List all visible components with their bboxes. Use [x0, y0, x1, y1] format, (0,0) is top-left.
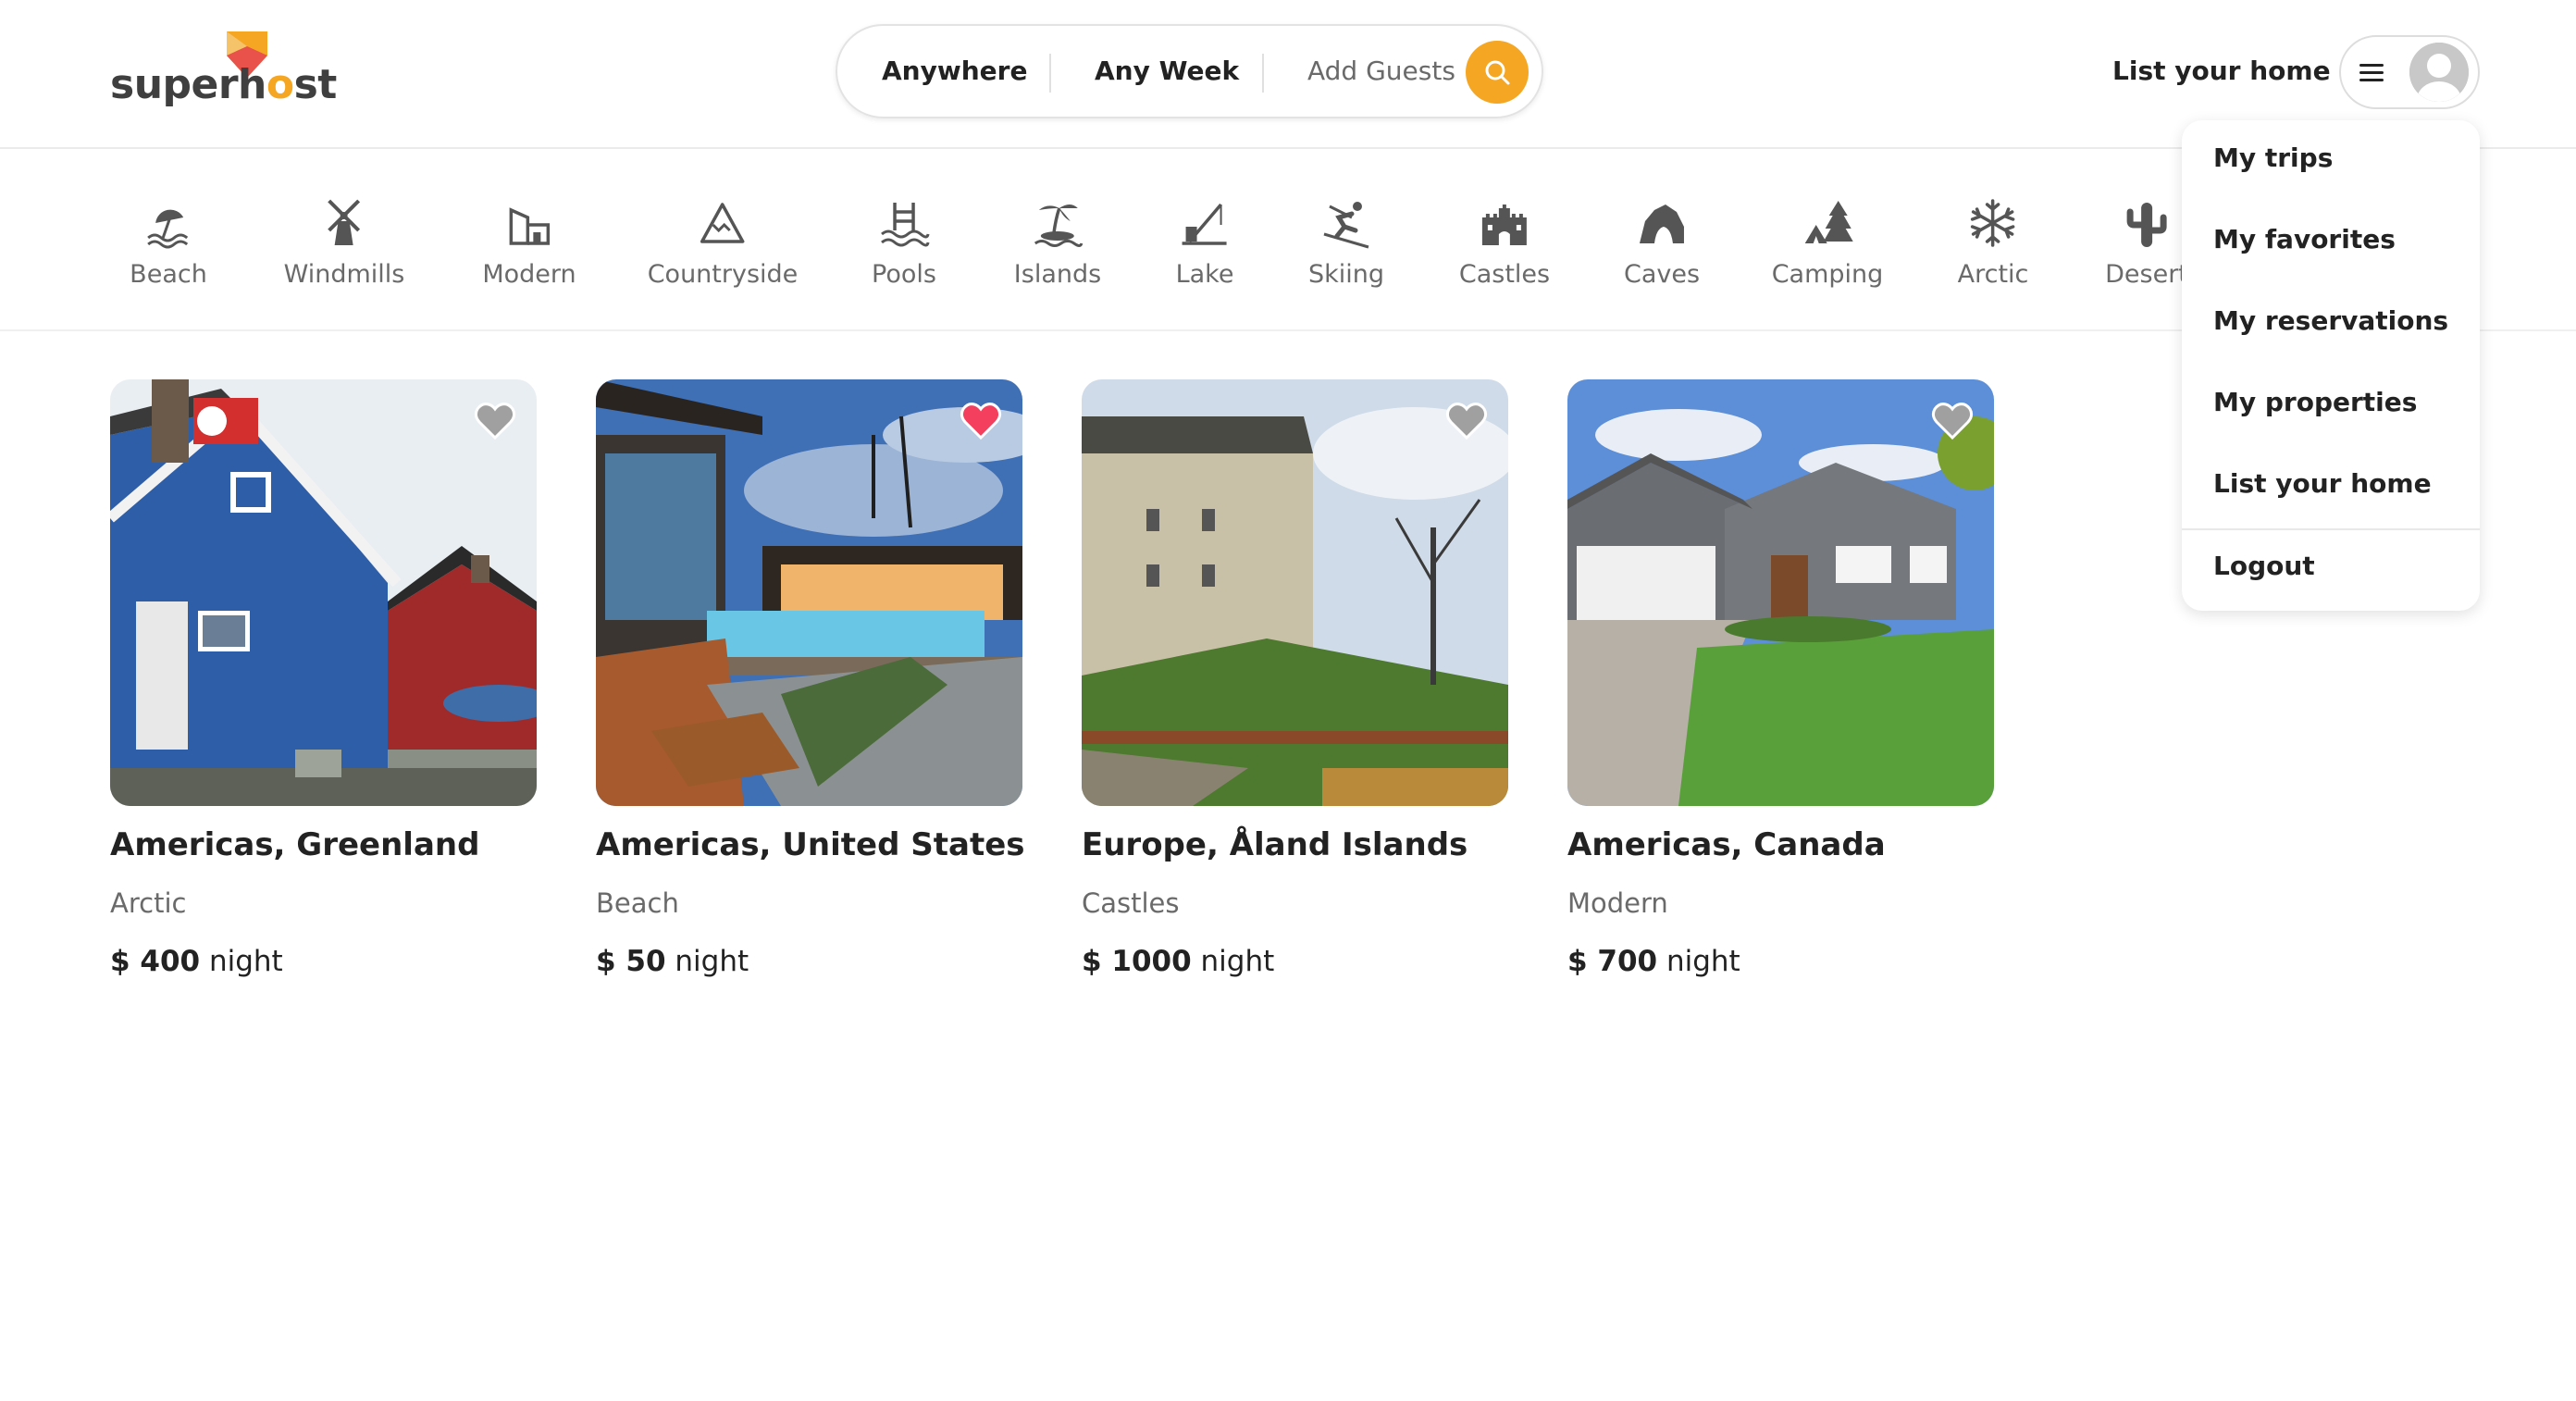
search-location-button[interactable]: Anywhere	[882, 56, 1027, 86]
category-label: Beach	[130, 260, 207, 289]
category-islands[interactable]: Islands	[1014, 197, 1101, 308]
search-bar[interactable]: Anywhere Any Week Add Guests	[836, 24, 1543, 118]
windmill-icon	[328, 199, 361, 245]
user-dropdown-menu: My trips My favorites My reservations My…	[2182, 120, 2480, 611]
listing-category: Modern	[1567, 887, 1668, 919]
category-label: Pools	[872, 260, 936, 289]
listing-location: Americas, Canada	[1567, 826, 1886, 863]
listing-card[interactable]: Americas, Canada Modern $ 700 night	[1567, 379, 1994, 978]
search-divider	[1049, 54, 1051, 93]
listing-image[interactable]	[1567, 379, 1994, 806]
listing-image[interactable]	[110, 379, 537, 806]
listing-location: Europe, Åland Islands	[1082, 826, 1468, 863]
heart-icon[interactable]	[960, 400, 1002, 442]
logo-text: superhost	[110, 61, 337, 108]
search-button[interactable]	[1466, 41, 1529, 104]
category-pools[interactable]: Pools	[872, 197, 936, 308]
category-beach[interactable]: Beach	[130, 197, 207, 308]
menu-item-my-trips[interactable]: My trips	[2213, 143, 2333, 173]
search-guests-button[interactable]: Add Guests	[1307, 56, 1455, 86]
category-arctic[interactable]: Arctic	[1957, 197, 2029, 308]
listing-price: $ 50 night	[596, 945, 749, 978]
category-windmills[interactable]: Windmills	[283, 197, 405, 308]
category-label: Desert	[2105, 260, 2188, 289]
category-skiing[interactable]: Skiing	[1308, 197, 1384, 308]
listing-price: $ 400 night	[110, 945, 283, 978]
beach-icon	[147, 209, 188, 249]
list-your-home-link[interactable]: List your home	[2112, 56, 2331, 86]
menu-item-my-properties[interactable]: My properties	[2213, 387, 2417, 417]
menu-item-my-favorites[interactable]: My favorites	[2213, 224, 2396, 254]
listing-price: $ 700 night	[1567, 945, 1740, 978]
category-caves[interactable]: Caves	[1624, 197, 1700, 308]
category-camping[interactable]: Camping	[1771, 197, 1884, 308]
pool-icon	[881, 203, 930, 247]
category-castles[interactable]: Castles	[1459, 197, 1550, 308]
listing-card[interactable]: Americas, United States Beach $ 50 night	[596, 379, 1025, 978]
menu-item-list-your-home[interactable]: List your home	[2213, 468, 2432, 499]
category-label: Caves	[1623, 260, 1701, 289]
listing-photo-greenland	[110, 379, 537, 806]
heart-icon[interactable]	[1445, 400, 1488, 442]
search-icon	[1485, 60, 1510, 85]
category-label: Islands	[1013, 260, 1102, 289]
category-lake[interactable]: Lake	[1175, 197, 1234, 308]
category-label: Castles	[1458, 260, 1551, 289]
castle-icon	[1481, 205, 1527, 245]
category-label: Countryside	[647, 260, 799, 289]
superhost-logo[interactable]: superhost	[110, 26, 337, 118]
cave-icon	[1640, 205, 1684, 243]
category-modern[interactable]: Modern	[482, 197, 576, 308]
category-label: Skiing	[1307, 260, 1385, 289]
user-menu-button[interactable]	[2339, 35, 2480, 109]
cactus-icon	[2126, 203, 2167, 247]
listing-location: Americas, United States	[596, 826, 1025, 863]
listing-category: Beach	[596, 887, 679, 919]
camping-icon	[1805, 201, 1853, 243]
search-week-button[interactable]: Any Week	[1095, 56, 1239, 86]
menu-divider	[2182, 528, 2480, 530]
listing-photo-united-states	[596, 379, 1022, 806]
heart-icon[interactable]	[474, 400, 516, 442]
listing-photo-canada	[1567, 379, 1994, 806]
category-label: Camping	[1771, 260, 1884, 289]
category-label: Windmills	[283, 260, 405, 289]
listing-card[interactable]: Americas, Greenland Arctic $ 400 night	[110, 379, 537, 978]
snowflake-icon	[1971, 199, 2015, 247]
heart-icon[interactable]	[1931, 400, 1974, 442]
listing-price: $ 1000 night	[1082, 945, 1275, 978]
lake-icon	[1183, 203, 1227, 245]
listing-photo-aland-islands	[1082, 379, 1508, 806]
category-label: Modern	[482, 260, 576, 289]
category-desert[interactable]: Desert	[2105, 197, 2188, 308]
listing-image[interactable]	[596, 379, 1022, 806]
menu-item-my-reservations[interactable]: My reservations	[2213, 305, 2448, 336]
mountain-icon	[700, 203, 745, 243]
category-countryside[interactable]: Countryside	[647, 197, 799, 308]
category-label: Arctic	[1957, 260, 2029, 289]
listing-category: Arctic	[110, 887, 187, 919]
hamburger-icon	[2359, 59, 2385, 85]
search-divider	[1262, 54, 1264, 93]
listing-card[interactable]: Europe, Åland Islands Castles $ 1000 nig…	[1082, 379, 1508, 978]
listing-image[interactable]	[1082, 379, 1508, 806]
listing-location: Americas, Greenland	[110, 826, 480, 863]
modern-building-icon	[509, 207, 550, 245]
island-icon	[1034, 205, 1084, 247]
menu-item-logout[interactable]: Logout	[2213, 551, 2315, 581]
avatar	[2409, 43, 2469, 102]
listing-category: Castles	[1082, 887, 1180, 919]
skiing-icon	[1323, 202, 1369, 249]
category-label: Lake	[1175, 260, 1234, 289]
